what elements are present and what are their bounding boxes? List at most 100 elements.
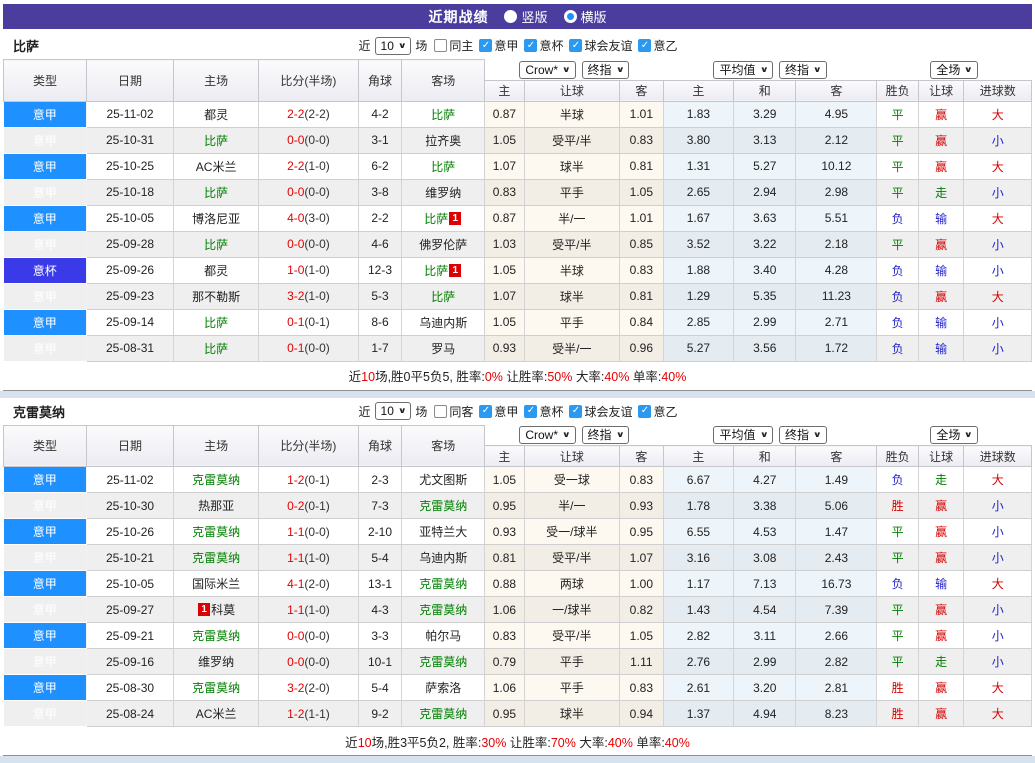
match-scope-select[interactable]: 全场 ∨ (930, 60, 978, 79)
competition-cell: 意甲 (3, 700, 87, 727)
league-filter-checkbox[interactable]: ✓ 球会友谊 (569, 403, 632, 420)
team-link[interactable]: 克雷莫纳 (419, 707, 467, 721)
odds-source-select[interactable]: Crow* ∨ (519, 60, 576, 79)
opponent-cell: 乌迪内斯 (401, 309, 486, 336)
result-outcome: 负 (876, 309, 919, 336)
opponent-name: 国际米兰 (192, 577, 241, 591)
same-venue-checkbox[interactable]: 同客 (434, 403, 473, 420)
league-filter-checkbox[interactable]: ✓ 意甲 (479, 37, 518, 54)
team-link[interactable]: 比萨 (431, 160, 455, 174)
team-link[interactable]: 比萨 (431, 108, 455, 122)
team-link[interactable]: 比萨 (204, 186, 228, 200)
score-cell: 1-1(1-0) (258, 596, 359, 623)
date-cell: 25-10-31 (86, 127, 175, 154)
odds-home: 0.81 (484, 544, 525, 571)
match-count-select[interactable]: 10 ∨ (374, 36, 412, 55)
team-link[interactable]: 克雷莫纳 (192, 525, 240, 539)
summary-row: 近10场,胜0平5负5, 胜率:0% 让胜率:50% 大率:40% 单率:40% (3, 361, 1032, 390)
team-link[interactable]: 比萨 (204, 238, 228, 252)
result-goals: 小 (963, 648, 1032, 675)
full-score: 3-2 (287, 289, 305, 303)
score-cell: 0-2(0-1) (258, 492, 359, 519)
odds-home: 1.07 (484, 153, 525, 180)
date-cell: 25-08-30 (86, 674, 175, 701)
final-odds-select[interactable]: 终指 ∨ (779, 60, 827, 79)
competition-cell: 意甲 (3, 309, 87, 336)
result-outcome: 平 (876, 127, 919, 154)
league-filter-checkbox[interactable]: ✓ 意乙 (638, 37, 677, 54)
odds-home: 1.05 (484, 257, 525, 284)
team-cell: 克雷莫纳 (173, 544, 260, 571)
league-filter-checkbox[interactable]: ✓ 意杯 (524, 37, 563, 54)
checkbox-label: 意杯 (539, 404, 564, 419)
summary-segment: 单率: (629, 370, 662, 384)
average-odds-select[interactable]: 平均值 ∨ (713, 426, 773, 444)
odds-source-select[interactable]: Crow* ∨ (519, 426, 576, 444)
layout-option-horizontal[interactable]: 横版 (563, 7, 607, 26)
result-goals: 大 (963, 101, 1032, 128)
league-filter-checkbox[interactable]: ✓ 意甲 (479, 403, 518, 420)
score-cell: 4-0(3-0) (258, 205, 359, 232)
competition-cell: 意甲 (3, 127, 87, 154)
half-score: (1-0) (304, 550, 330, 565)
odds-home: 1.06 (484, 596, 525, 623)
team-link[interactable]: 克雷莫纳 (419, 655, 467, 669)
league-filter-checkbox[interactable]: ✓ 意乙 (638, 403, 677, 420)
column-header: 比分(半场) (258, 424, 359, 467)
team-link[interactable]: 比萨 (204, 134, 228, 148)
summary-segment: 10 (357, 735, 372, 750)
opponent-name: 那不勒斯 (192, 289, 241, 304)
competition-cell: 意甲 (3, 570, 87, 597)
odds-away: 0.83 (619, 674, 664, 701)
result-handicap: 赢 (918, 700, 965, 727)
team-link[interactable]: 比萨 (431, 290, 455, 304)
sub-column-header: 主 (662, 79, 735, 102)
team-link[interactable]: 克雷莫纳 (419, 577, 467, 591)
final-odds-select[interactable]: 终指 ∨ (779, 426, 827, 444)
results-table: 类型 日期 主场 比分(半场) 角球 客场 Crow* ∨ 终指 ∨ 平均值 ∨ 终指 ∨ 全场 ∨ 主让球客主… (3, 424, 1032, 755)
match-count-select[interactable]: 10 ∨ (374, 402, 412, 420)
opponent-cell: 都灵 (173, 257, 260, 284)
full-score: 1-2 (287, 706, 305, 721)
layout-option-vertical[interactable]: 竖版 (504, 7, 548, 26)
team-cell: 比萨 (401, 101, 486, 128)
league-filter-checkbox[interactable]: ✓ 球会友谊 (569, 37, 632, 54)
column-header: 客场 (401, 424, 486, 467)
date-cell: 25-10-25 (86, 153, 175, 180)
summary-segment: 让胜率: (506, 735, 551, 750)
half-score: (0-0) (304, 133, 330, 147)
same-venue-checkbox[interactable]: 同主 (434, 37, 473, 54)
sub-column-header: 主 (484, 79, 525, 102)
team-link[interactable]: 克雷莫纳 (419, 603, 467, 617)
column-header: 日期 (85, 424, 175, 467)
team-link[interactable]: 克雷莫纳 (192, 681, 240, 695)
half-score: (1-0) (304, 263, 330, 277)
handicap-line: 半/一 (524, 205, 621, 232)
odds-home: 0.95 (484, 492, 525, 519)
team-link[interactable]: 克雷莫纳 (192, 629, 240, 643)
final-odds-select[interactable]: 终指 ∨ (581, 60, 630, 79)
team-link[interactable]: 克雷莫纳 (419, 499, 467, 513)
handicap-line: 平手 (524, 674, 621, 701)
team-link[interactable]: 克雷莫纳 (192, 551, 240, 565)
check-icon: ✓ (526, 405, 536, 416)
final-odds-select[interactable]: 终指 ∨ (581, 426, 630, 444)
result-goals: 小 (963, 257, 1032, 284)
team-link[interactable]: 比萨 (424, 264, 448, 278)
average-odds-select[interactable]: 平均值 ∨ (713, 60, 773, 79)
opponent-name: 都灵 (204, 107, 229, 122)
half-score: (2-0) (304, 680, 330, 695)
result-outcome: 平 (876, 622, 919, 649)
league-filter-checkbox[interactable]: ✓ 意杯 (524, 403, 563, 420)
team-link[interactable]: 比萨 (204, 316, 228, 330)
team-link[interactable]: 比萨 (204, 342, 228, 356)
result-outcome: 胜 (876, 674, 919, 701)
checkbox-label: 球会友谊 (584, 39, 633, 53)
match-scope-select[interactable]: 全场 ∨ (930, 426, 978, 444)
avg-home-odds: 1.67 (663, 205, 735, 232)
handicap-line: 受平/半 (524, 231, 621, 258)
team-link[interactable]: 克雷莫纳 (192, 473, 240, 487)
team-link[interactable]: 比萨 (424, 212, 448, 226)
date-cell: 25-10-05 (86, 570, 175, 597)
corner-cell: 1-7 (358, 335, 403, 362)
